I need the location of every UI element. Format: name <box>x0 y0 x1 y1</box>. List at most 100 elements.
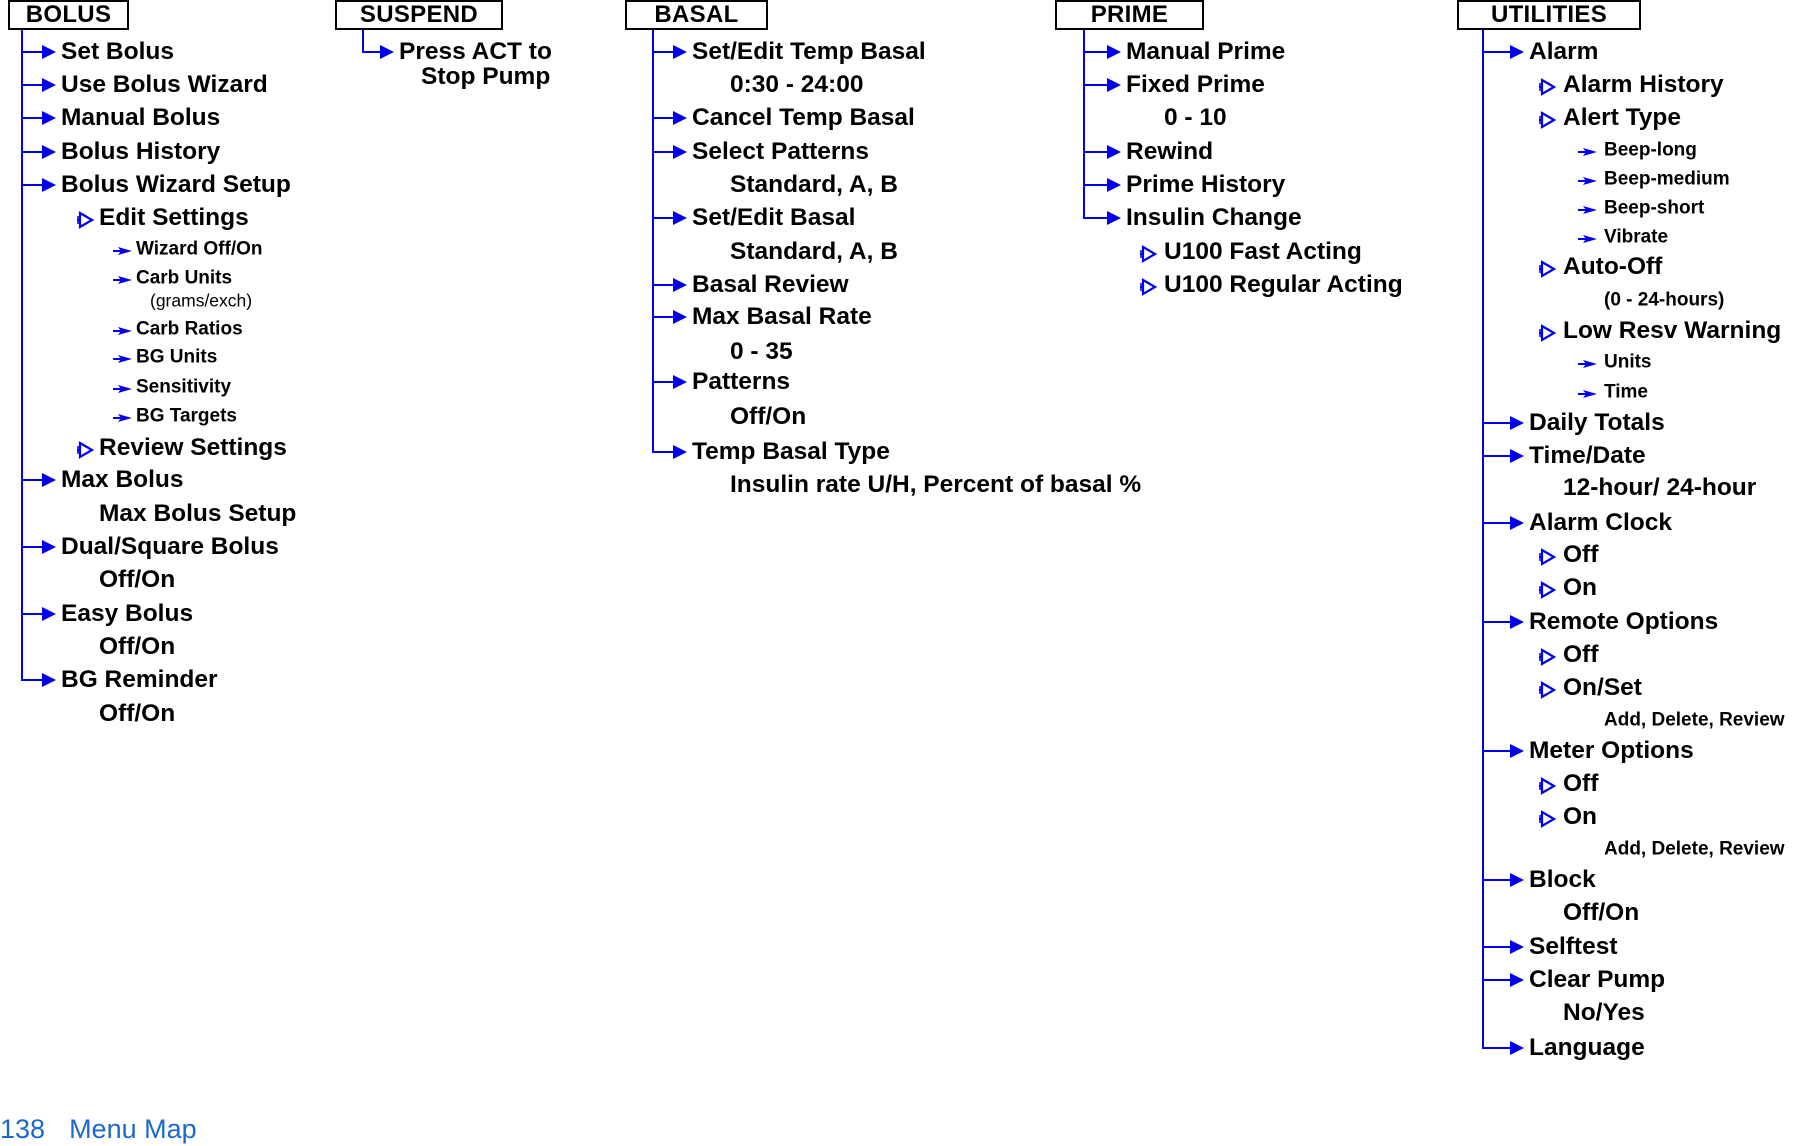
menu-item-selftest[interactable]: Selftest <box>1529 934 1618 960</box>
small-arrow-icon <box>1578 234 1598 244</box>
outline-triangle-icon <box>1139 278 1158 296</box>
menu-item-use-bolus-wizard[interactable]: Use Bolus Wizard <box>61 72 268 98</box>
submenu-item-on[interactable]: On <box>1563 575 1597 601</box>
setting-item-units[interactable]: Units <box>1604 353 1652 372</box>
setting-item-beep-short[interactable]: Beep-short <box>1604 199 1704 218</box>
menu-item-value: 0 - 35 <box>730 337 793 365</box>
outline-triangle-icon <box>1538 78 1557 96</box>
filled-arrow-icon <box>41 144 57 160</box>
menu-item-max-bolus[interactable]: Max Bolus <box>61 467 184 493</box>
filled-arrow-icon <box>672 110 688 126</box>
setting-item-bg-targets[interactable]: BG Targets <box>136 407 237 426</box>
menu-item-time-date[interactable]: Time/Date <box>1529 443 1646 469</box>
filled-arrow-icon <box>1509 415 1525 431</box>
branch-connector <box>1482 750 1511 752</box>
setting-item-wizard-off-on[interactable]: Wizard Off/On <box>136 240 263 259</box>
filled-arrow-icon <box>1106 144 1122 160</box>
menu-item-max-basal-rate[interactable]: Max Basal Rate <box>692 304 872 330</box>
menu-item-block[interactable]: Block <box>1529 867 1596 893</box>
menu-item-language[interactable]: Language <box>1529 1035 1645 1061</box>
menu-item-value: Off/On <box>99 632 176 660</box>
submenu-item-review-settings[interactable]: Review Settings <box>99 435 287 461</box>
menu-item-set-bolus[interactable]: Set Bolus <box>61 39 174 65</box>
menu-item-insulin-change[interactable]: Insulin Change <box>1126 205 1302 231</box>
submenu-item-alarm-history[interactable]: Alarm History <box>1563 72 1724 98</box>
submenu-item-low-resv-warning[interactable]: Low Resv Warning <box>1563 318 1781 344</box>
small-arrow-icon <box>113 413 133 423</box>
menu-item-fixed-prime[interactable]: Fixed Prime <box>1126 72 1265 98</box>
branch-connector <box>652 117 674 119</box>
menu-item-value: Off/On <box>99 565 176 593</box>
small-arrow-icon <box>113 326 133 336</box>
setting-value: Add, Delete, Review <box>1604 709 1785 731</box>
small-arrow-icon <box>113 384 133 394</box>
setting-item-bg-units[interactable]: BG Units <box>136 348 217 367</box>
branch-connector <box>21 151 43 153</box>
menu-item-bolus-wizard-setup[interactable]: Bolus Wizard Setup <box>61 172 291 198</box>
menu-item-temp-basal-type[interactable]: Temp Basal Type <box>692 439 890 465</box>
outline-triangle-icon <box>1538 260 1557 278</box>
menu-item-bg-reminder[interactable]: BG Reminder <box>61 667 218 693</box>
branch-connector <box>652 284 674 286</box>
menu-item-rewind[interactable]: Rewind <box>1126 139 1213 165</box>
menu-item-value: 12-hour/ 24-hour <box>1563 473 1757 501</box>
menu-item-easy-bolus[interactable]: Easy Bolus <box>61 601 193 627</box>
filled-arrow-icon <box>672 309 688 325</box>
menu-item-daily-totals[interactable]: Daily Totals <box>1529 410 1665 436</box>
submenu-item-edit-settings[interactable]: Edit Settings <box>99 205 249 231</box>
menu-item-bolus-history[interactable]: Bolus History <box>61 139 220 165</box>
menu-item-dual-square-bolus[interactable]: Dual/Square Bolus <box>61 534 279 560</box>
filled-arrow-icon <box>41 606 57 622</box>
menu-item-cancel-temp-basal[interactable]: Cancel Temp Basal <box>692 105 915 131</box>
filled-arrow-icon <box>1509 1040 1525 1056</box>
menu-item-remote-options[interactable]: Remote Options <box>1529 609 1718 635</box>
submenu-item-u100-fast-acting[interactable]: U100 Fast Acting <box>1164 239 1362 265</box>
small-arrow-icon <box>1578 176 1598 186</box>
setting-item-sensitivity[interactable]: Sensitivity <box>136 378 231 397</box>
submenu-item-auto-off[interactable]: Auto-Off <box>1563 254 1662 280</box>
filled-arrow-icon <box>1509 939 1525 955</box>
outline-triangle-icon <box>1538 548 1557 566</box>
menu-item-select-patterns[interactable]: Select Patterns <box>692 139 869 165</box>
menu-item-alarm-clock[interactable]: Alarm Clock <box>1529 510 1672 536</box>
outline-triangle-icon <box>76 211 95 229</box>
menu-item-set-edit-basal[interactable]: Set/Edit Basal <box>692 205 855 231</box>
branch-connector <box>1482 621 1511 623</box>
submenu-item-off[interactable]: Off <box>1563 642 1598 668</box>
menu-item-basal-review[interactable]: Basal Review <box>692 272 849 298</box>
branch-connector <box>652 217 674 219</box>
submenu-item-u100-regular-acting[interactable]: U100 Regular Acting <box>1164 272 1403 298</box>
menu-item-continuation: Stop Pump <box>421 62 551 90</box>
filled-arrow-icon <box>672 277 688 293</box>
tree-trunk-line <box>21 30 23 681</box>
small-arrow-icon <box>1578 205 1598 215</box>
menu-item-prime-history[interactable]: Prime History <box>1126 172 1285 198</box>
setting-item-carb-units[interactable]: Carb Units <box>136 269 232 288</box>
submenu-item-off[interactable]: Off <box>1563 771 1598 797</box>
menu-item-clear-pump[interactable]: Clear Pump <box>1529 967 1665 993</box>
tree-trunk-line <box>1083 30 1085 219</box>
menu-item-manual-bolus[interactable]: Manual Bolus <box>61 105 220 131</box>
submenu-item-on-set[interactable]: On/Set <box>1563 675 1642 701</box>
menu-item-patterns[interactable]: Patterns <box>692 369 790 395</box>
menu-item-set-edit-temp-basal[interactable]: Set/Edit Temp Basal <box>692 39 926 65</box>
menu-item-press-act-to[interactable]: Press ACT to <box>399 39 552 65</box>
menu-item-alarm[interactable]: Alarm <box>1529 39 1598 65</box>
menu-item-meter-options[interactable]: Meter Options <box>1529 738 1694 764</box>
branch-connector <box>1083 151 1108 153</box>
setting-item-carb-ratios[interactable]: Carb Ratios <box>136 320 243 339</box>
filled-arrow-icon <box>41 110 57 126</box>
setting-item-vibrate[interactable]: Vibrate <box>1604 228 1668 247</box>
filled-arrow-icon <box>1509 872 1525 888</box>
submenu-item-on[interactable]: On <box>1563 804 1597 830</box>
submenu-item-off[interactable]: Off <box>1563 542 1598 568</box>
page-footer: 138 Menu Map <box>0 1114 197 1145</box>
setting-item-beep-long[interactable]: Beep-long <box>1604 141 1697 160</box>
item-note: (grams/exch) <box>150 290 253 311</box>
menu-item-manual-prime[interactable]: Manual Prime <box>1126 39 1285 65</box>
menu-header-bolus: BOLUS <box>8 0 129 30</box>
setting-item-beep-medium[interactable]: Beep-medium <box>1604 170 1730 189</box>
menu-header-utilities: UTILITIES <box>1457 0 1641 30</box>
setting-item-time[interactable]: Time <box>1604 383 1648 402</box>
submenu-item-alert-type[interactable]: Alert Type <box>1563 105 1681 131</box>
